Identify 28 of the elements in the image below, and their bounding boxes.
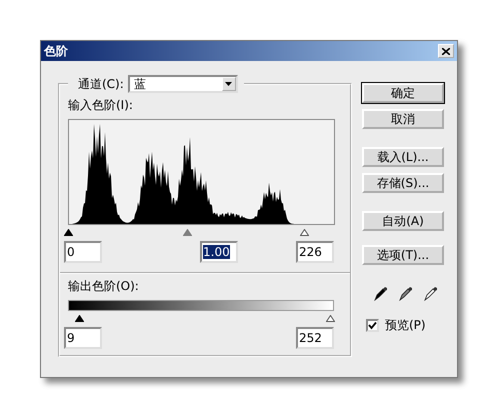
number-field[interactable]: 226 bbox=[296, 241, 334, 263]
number-field[interactable]: 0 bbox=[64, 241, 102, 263]
number-field[interactable]: 252 bbox=[296, 327, 334, 349]
dialog-button[interactable]: 自动(A) bbox=[362, 211, 444, 231]
slider-handle[interactable] bbox=[300, 229, 309, 236]
channel-label: 通道(C): bbox=[78, 76, 124, 92]
slider-handle[interactable] bbox=[74, 315, 84, 322]
channel-dropdown[interactable]: 蓝 bbox=[128, 75, 238, 93]
eyedropper-icon[interactable] bbox=[424, 285, 438, 301]
number-field[interactable]: 9 bbox=[64, 327, 102, 349]
preview-label: 预览(P) bbox=[385, 317, 426, 334]
number-field[interactable]: 1.00 bbox=[200, 241, 238, 263]
dialog-button[interactable]: 确定 bbox=[362, 83, 444, 103]
close-button[interactable] bbox=[438, 44, 454, 58]
slider-handle[interactable] bbox=[64, 229, 73, 236]
preview-checkbox[interactable] bbox=[366, 319, 379, 332]
eyedropper-icon[interactable] bbox=[374, 285, 388, 301]
input-levels-label: 输入色阶(I): bbox=[68, 97, 134, 114]
dialog-button[interactable]: 载入(L)... bbox=[362, 147, 444, 167]
slider-handle[interactable] bbox=[183, 229, 192, 236]
close-icon[interactable] bbox=[442, 48, 450, 54]
slider-handle[interactable] bbox=[326, 315, 335, 322]
dialog-button[interactable]: 存储(S)... bbox=[362, 173, 444, 193]
window-title: 色阶 bbox=[44, 42, 68, 60]
dialog-button[interactable]: 取消 bbox=[362, 109, 444, 129]
dialog-button[interactable]: 选项(T)... bbox=[362, 245, 444, 265]
output-levels-label: 输出色阶(O): bbox=[68, 278, 140, 295]
eyedropper-icon[interactable] bbox=[398, 285, 413, 301]
